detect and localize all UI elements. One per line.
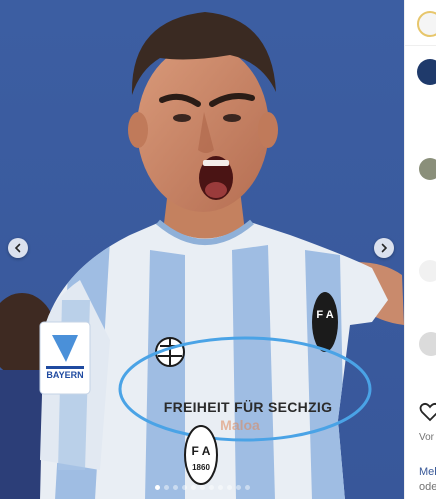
- svg-text:F A: F A: [192, 444, 211, 458]
- carousel-dot: [190, 485, 196, 490]
- chevron-left-icon: [14, 243, 21, 253]
- carousel-dot: [217, 485, 223, 490]
- comment-avatar[interactable]: [419, 158, 436, 180]
- carousel-dot: [172, 485, 178, 490]
- carousel-dot: [226, 485, 232, 490]
- post-side-panel: Vor Meh ode: [404, 0, 436, 499]
- carousel-indicator: [0, 485, 404, 491]
- carousel-next-button[interactable]: [374, 238, 394, 258]
- carousel-dot: [235, 485, 241, 490]
- heart-icon[interactable]: [419, 402, 436, 422]
- timestamp-text: Vor: [419, 432, 435, 443]
- carousel-dot: [154, 485, 160, 490]
- chevron-right-icon: [381, 243, 388, 253]
- player-image: BAYERN F A FREIHEIT FÜR SECHZIG Maloa F …: [0, 0, 404, 499]
- carousel-dot: [181, 485, 187, 490]
- comment-avatar[interactable]: [419, 260, 436, 282]
- post-photo: BAYERN F A FREIHEIT FÜR SECHZIG Maloa F …: [0, 0, 404, 499]
- comment-avatar[interactable]: [417, 59, 436, 85]
- carousel-dot: [208, 485, 214, 490]
- carousel-prev-button[interactable]: [8, 238, 28, 258]
- svg-text:F A: F A: [316, 309, 333, 321]
- more-link-text: ode: [419, 481, 436, 493]
- svg-text:Maloa: Maloa: [220, 417, 260, 433]
- patch-text: BAYERN: [46, 370, 83, 380]
- sponsor-text: FREIHEIT FÜR SECHZIG: [164, 399, 333, 415]
- author-avatar[interactable]: [417, 11, 436, 37]
- crest-year: 1860: [192, 463, 210, 472]
- carousel-dot: [163, 485, 169, 490]
- more-link[interactable]: Meh: [419, 466, 436, 478]
- carousel-dot: [244, 485, 250, 490]
- carousel-dot: [199, 485, 205, 490]
- divider: [405, 45, 436, 46]
- comment-avatar[interactable]: [419, 332, 436, 356]
